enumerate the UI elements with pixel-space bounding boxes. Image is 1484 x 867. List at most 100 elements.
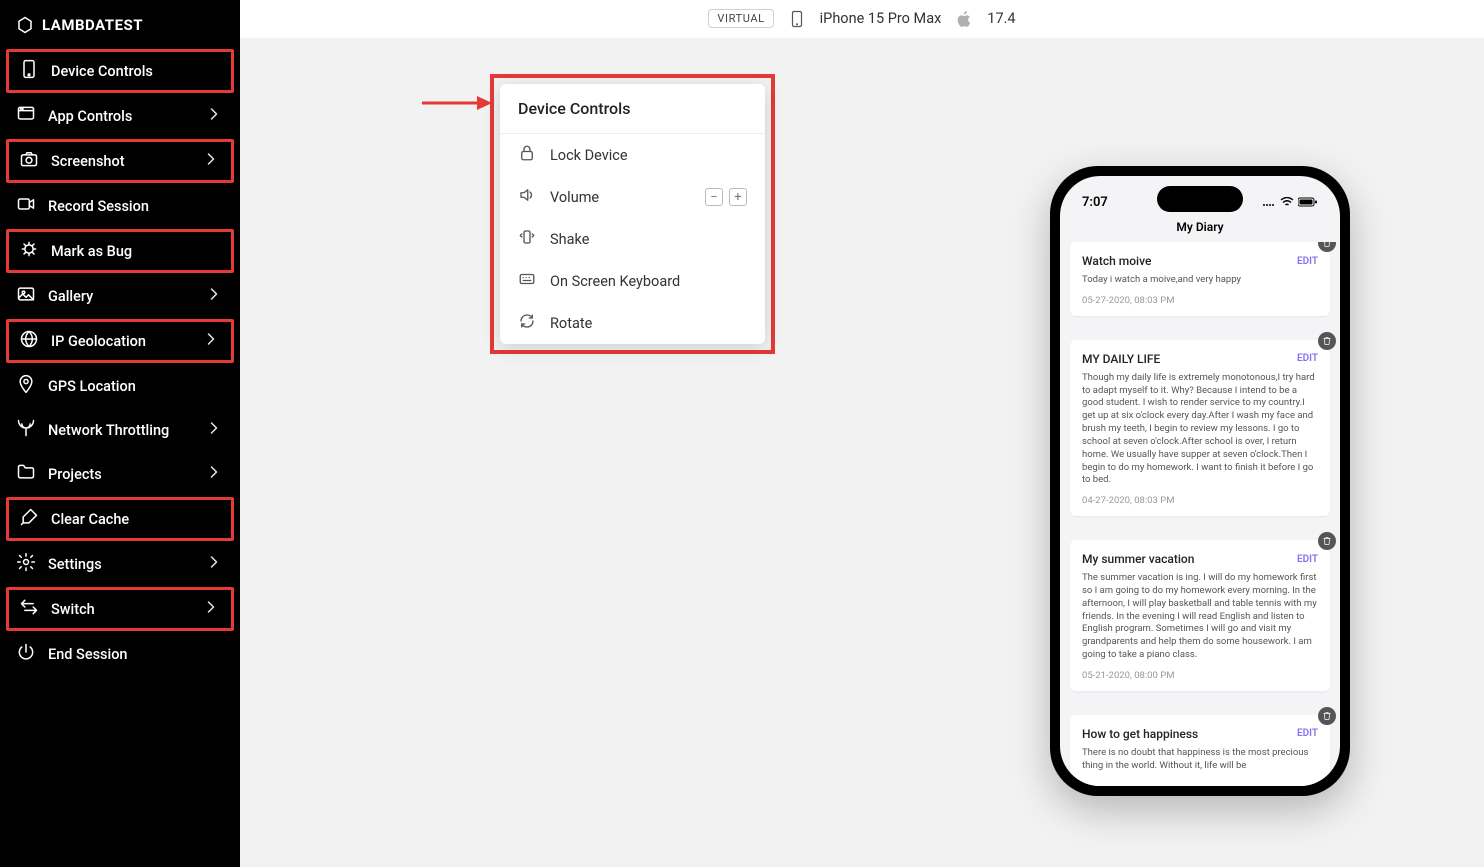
card-date: 05-21-2020, 08:00 PM xyxy=(1082,670,1318,681)
sidebar-item-clear-cache[interactable]: Clear Cache xyxy=(6,497,234,541)
card-title: My summer vacation xyxy=(1082,552,1194,566)
status-icons xyxy=(1262,197,1318,207)
keyboard-icon xyxy=(518,270,536,292)
brush-icon xyxy=(19,507,39,531)
card-date: 04-27-2020, 08:03 PM xyxy=(1082,495,1318,506)
panel-item-volume[interactable]: Volume −+ xyxy=(500,176,765,218)
diary-card[interactable]: MY DAILY LIFE EDIT Though my daily life is… xyxy=(1070,340,1330,516)
highlight-arrow xyxy=(422,93,492,113)
volume-up-button[interactable]: + xyxy=(729,188,747,206)
virtual-badge: VIRTUAL xyxy=(708,9,773,28)
sidebar-item-label: Gallery xyxy=(48,288,93,305)
sidebar-item-ip-geolocation[interactable]: IP Geolocation xyxy=(6,319,234,363)
sidebar-item-gps-location[interactable]: GPS Location xyxy=(0,364,240,408)
brand-logo: LAMBDATEST xyxy=(0,12,240,48)
sidebar-item-label: IP Geolocation xyxy=(51,333,146,350)
sidebar-item-label: Projects xyxy=(48,466,102,483)
signal-icon xyxy=(1262,197,1276,207)
card-title: Watch moive xyxy=(1082,254,1151,268)
delete-button[interactable] xyxy=(1318,332,1336,350)
sidebar-item-device-controls[interactable]: Device Controls xyxy=(6,49,234,93)
antenna-icon xyxy=(16,418,36,442)
chevron-right-icon xyxy=(204,462,224,486)
sidebar-item-label: Screenshot xyxy=(51,153,125,170)
sidebar: LAMBDATEST Device Controls App Controls Sc… xyxy=(0,0,240,867)
app-title: My Diary xyxy=(1060,216,1340,242)
diary-card[interactable]: How to get happinessEDITThere is no doub… xyxy=(1070,715,1330,786)
bug-icon xyxy=(19,239,39,263)
edit-button[interactable]: EDIT xyxy=(1297,256,1318,267)
edit-button[interactable]: EDIT xyxy=(1297,554,1318,565)
rotate-icon xyxy=(518,312,536,334)
wifi-icon xyxy=(1280,197,1294,207)
switch-icon xyxy=(19,597,39,621)
sidebar-item-end-session[interactable]: End Session xyxy=(0,632,240,676)
sidebar-item-label: Device Controls xyxy=(51,63,153,80)
card-date: 05-27-2020, 08:03 PM xyxy=(1082,295,1318,306)
status-time: 7:07 xyxy=(1082,195,1108,210)
battery-icon xyxy=(1298,197,1318,207)
sidebar-item-switch[interactable]: Switch xyxy=(6,587,234,631)
app-icon xyxy=(16,104,36,128)
chevron-right-icon xyxy=(204,418,224,442)
panel-item-lock-device[interactable]: Lock Device xyxy=(500,134,765,176)
sidebar-item-label: Network Throttling xyxy=(48,422,169,439)
panel-item-on-screen-keyboard[interactable]: On Screen Keyboard xyxy=(500,260,765,302)
sidebar-item-gallery[interactable]: Gallery xyxy=(0,274,240,318)
panel-item-label: On Screen Keyboard xyxy=(550,273,680,290)
diary-card[interactable]: My summer vacation EDIT The summer vacatio… xyxy=(1070,540,1330,691)
chevron-right-icon xyxy=(201,329,221,353)
lock-icon xyxy=(518,144,536,166)
volume-down-button[interactable]: − xyxy=(705,188,723,206)
chevron-right-icon xyxy=(201,597,221,621)
sidebar-item-record-session[interactable]: Record Session xyxy=(0,184,240,228)
chevron-right-icon xyxy=(204,552,224,576)
sidebar-item-settings[interactable]: Settings xyxy=(0,542,240,586)
panel-item-label: Lock Device xyxy=(550,147,628,164)
folder-icon xyxy=(16,462,36,486)
sidebar-item-label: App Controls xyxy=(48,108,132,125)
sidebar-item-projects[interactable]: Projects xyxy=(0,452,240,496)
apple-icon xyxy=(955,10,973,28)
delete-button[interactable] xyxy=(1318,707,1336,725)
sidebar-item-network-throttling[interactable]: Network Throttling xyxy=(0,408,240,452)
phone-icon xyxy=(788,10,806,28)
edit-button[interactable]: EDIT xyxy=(1297,353,1318,364)
panel-item-label: Shake xyxy=(550,231,589,248)
shake-icon xyxy=(518,228,536,250)
sidebar-item-label: End Session xyxy=(48,646,128,663)
topbar: VIRTUAL iPhone 15 Pro Max 17.4 xyxy=(240,0,1484,38)
dynamic-island xyxy=(1157,186,1243,212)
sidebar-item-mark-as-bug[interactable]: Mark as Bug xyxy=(6,229,234,273)
sidebar-item-label: Settings xyxy=(48,556,102,573)
delete-button[interactable] xyxy=(1318,242,1336,252)
edit-button[interactable]: EDIT xyxy=(1297,728,1318,739)
card-body: The summer vacation is ing. I will do my… xyxy=(1082,572,1318,662)
panel-title: Device Controls xyxy=(500,84,765,134)
pin-icon xyxy=(16,374,36,398)
canvas: Device Controls Lock Device Volume −+ Shake… xyxy=(240,38,1484,867)
diary-list[interactable]: Watch moive EDIT Today i watch a moive,and… xyxy=(1060,242,1340,786)
power-icon xyxy=(16,642,36,666)
volume-icon xyxy=(518,186,536,208)
phone-icon xyxy=(19,59,39,83)
main-area: VIRTUAL iPhone 15 Pro Max 17.4 Device Co… xyxy=(240,0,1484,867)
sidebar-item-label: Switch xyxy=(51,601,95,618)
card-body: Today i watch a moive,and very happy xyxy=(1082,274,1318,287)
diary-card[interactable]: Watch moive EDIT Today i watch a moive,and… xyxy=(1070,242,1330,316)
device-screen[interactable]: 7:07 My Diary Watch moive EDIT Today i wat… xyxy=(1060,176,1340,786)
gear-icon xyxy=(16,552,36,576)
card-title: How to get happiness xyxy=(1082,727,1198,741)
card-body: Though my daily life is extremely monoto… xyxy=(1082,372,1318,487)
panel-item-shake[interactable]: Shake xyxy=(500,218,765,260)
delete-button[interactable] xyxy=(1318,532,1336,550)
device-controls-panel: Device Controls Lock Device Volume −+ Shake… xyxy=(500,84,765,344)
sidebar-item-label: Mark as Bug xyxy=(51,243,132,260)
sidebar-item-screenshot[interactable]: Screenshot xyxy=(6,139,234,183)
card-title: MY DAILY LIFE xyxy=(1082,352,1160,366)
panel-item-label: Volume xyxy=(550,189,599,206)
chevron-right-icon xyxy=(201,149,221,173)
panel-item-rotate[interactable]: Rotate xyxy=(500,302,765,344)
sidebar-item-app-controls[interactable]: App Controls xyxy=(0,94,240,138)
chevron-right-icon xyxy=(204,104,224,128)
